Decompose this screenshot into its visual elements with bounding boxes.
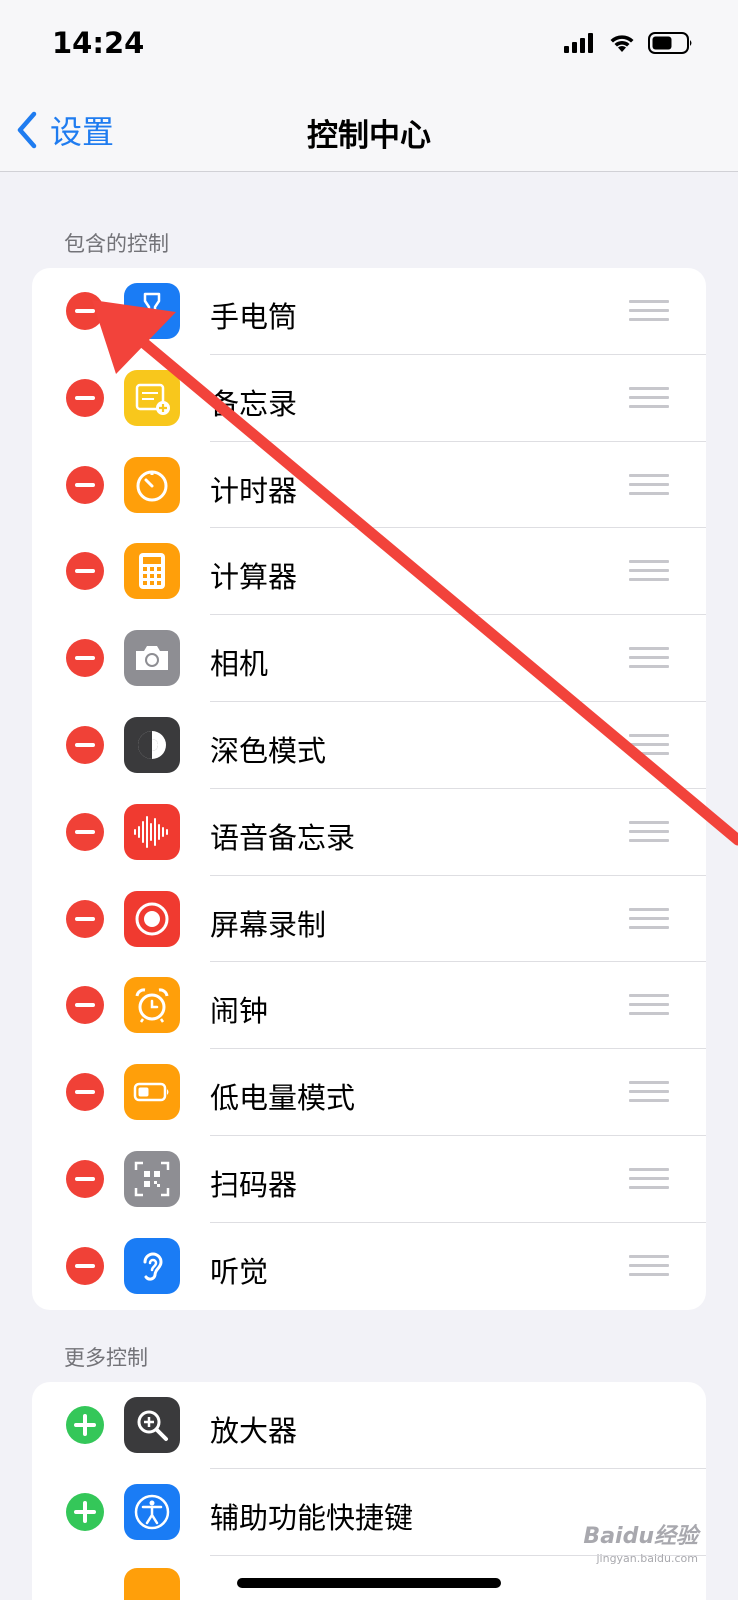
remove-button[interactable] xyxy=(66,639,104,678)
control-row-low-power: 低电量模式 xyxy=(32,1049,706,1136)
section-header-included: 包含的控制 xyxy=(64,232,169,256)
navigation-bar: 设置 控制中心 xyxy=(0,90,738,172)
alarm-icon xyxy=(124,977,180,1034)
reorder-handle[interactable] xyxy=(629,820,669,843)
wifi-icon xyxy=(610,35,634,52)
reorder-handle[interactable] xyxy=(629,300,669,322)
watermark-brand: Baidu经验 xyxy=(583,1524,698,1549)
accessibility-icon xyxy=(124,1483,180,1540)
remove-button[interactable] xyxy=(66,378,104,417)
control-row-alarm: 闹钟 xyxy=(32,962,706,1050)
timer-icon xyxy=(124,456,180,513)
magnifier-icon xyxy=(124,1397,180,1453)
control-row-dark-mode: 深色模式 xyxy=(32,702,706,789)
plus-icon xyxy=(74,1414,96,1436)
status-bar: 14:24 xyxy=(0,0,738,90)
flashlight-icon xyxy=(124,283,180,339)
status-icons xyxy=(564,32,694,54)
remove-button[interactable] xyxy=(66,1159,104,1198)
control-row-timer: 计时器 xyxy=(32,442,706,529)
reorder-handle[interactable] xyxy=(629,1254,669,1277)
control-label: 听觉 xyxy=(210,1254,269,1289)
control-label: 闹钟 xyxy=(210,994,269,1029)
remove-button[interactable] xyxy=(66,1073,104,1112)
control-label: 低电量模式 xyxy=(210,1081,356,1116)
control-label: 相机 xyxy=(210,647,269,682)
reorder-handle[interactable] xyxy=(629,733,669,756)
remove-button[interactable] xyxy=(66,812,104,851)
add-button[interactable] xyxy=(66,1406,104,1444)
voice-memo-icon xyxy=(124,803,180,860)
control-label: 深色模式 xyxy=(210,733,327,768)
reorder-handle[interactable] xyxy=(629,994,669,1016)
control-row-notes: 备忘录 xyxy=(32,355,706,442)
status-time: 14:24 xyxy=(52,26,145,60)
remove-button[interactable] xyxy=(66,1246,104,1285)
watermark-url: jingyan.baidu.com xyxy=(596,1552,698,1565)
cellular-signal-icon xyxy=(564,33,593,53)
control-label: 计算器 xyxy=(210,560,298,595)
reorder-handle[interactable] xyxy=(629,473,669,496)
remove-button[interactable] xyxy=(66,292,104,330)
home-indicator xyxy=(237,1578,501,1588)
plus-icon xyxy=(74,1500,96,1523)
control-label: 辅助功能快捷键 xyxy=(210,1500,414,1535)
page-title: 控制中心 xyxy=(307,118,431,154)
hearing-icon xyxy=(124,1237,180,1294)
control-label: 扫码器 xyxy=(210,1167,298,1202)
dark-mode-icon xyxy=(124,716,180,773)
remove-button[interactable] xyxy=(66,552,104,591)
control-label: 备忘录 xyxy=(210,386,298,421)
reorder-handle[interactable] xyxy=(629,560,669,582)
screen-record-icon xyxy=(124,890,180,947)
control-row-flashlight: 手电筒 xyxy=(32,268,706,355)
battery-icon xyxy=(648,32,692,54)
control-label: 屏幕录制 xyxy=(210,907,327,942)
remove-button[interactable] xyxy=(66,465,104,504)
remove-button[interactable] xyxy=(66,899,104,938)
partial-app-icon xyxy=(124,1567,180,1600)
notes-icon xyxy=(124,369,180,426)
calculator-icon xyxy=(124,543,180,600)
qr-scanner-icon xyxy=(124,1150,180,1207)
camera-icon xyxy=(124,630,180,687)
reorder-handle[interactable] xyxy=(629,1167,669,1190)
reorder-handle[interactable] xyxy=(629,907,669,930)
more-controls-list: 放大器 辅助功能快捷键 xyxy=(32,1382,706,1600)
section-header-more: 更多控制 xyxy=(64,1346,148,1370)
control-row-calculator: 计算器 xyxy=(32,528,706,616)
reorder-handle[interactable] xyxy=(629,386,669,409)
control-row-screen-record: 屏幕录制 xyxy=(32,876,706,963)
control-label: 语音备忘录 xyxy=(210,820,356,855)
add-button[interactable] xyxy=(66,1492,104,1531)
remove-button[interactable] xyxy=(66,725,104,764)
remove-button[interactable] xyxy=(66,986,104,1025)
control-label: 手电筒 xyxy=(210,300,298,334)
low-power-icon xyxy=(124,1064,180,1121)
control-row-camera: 相机 xyxy=(32,615,706,702)
included-controls-list: 手电筒 备忘录 计时器 计算器 相机 深色模式 语音备忘录 屏幕录制 闹钟 低电… xyxy=(32,268,706,1310)
control-row-qr-scanner: 扫码器 xyxy=(32,1136,706,1223)
control-row-voice-memo: 语音备忘录 xyxy=(32,789,706,876)
control-label: 计时器 xyxy=(210,473,298,508)
control-label: 放大器 xyxy=(210,1414,298,1448)
control-row-magnifier: 放大器 xyxy=(32,1382,706,1469)
control-row-hearing: 听觉 xyxy=(32,1223,706,1310)
reorder-handle[interactable] xyxy=(629,647,669,669)
reorder-handle[interactable] xyxy=(629,1081,669,1103)
